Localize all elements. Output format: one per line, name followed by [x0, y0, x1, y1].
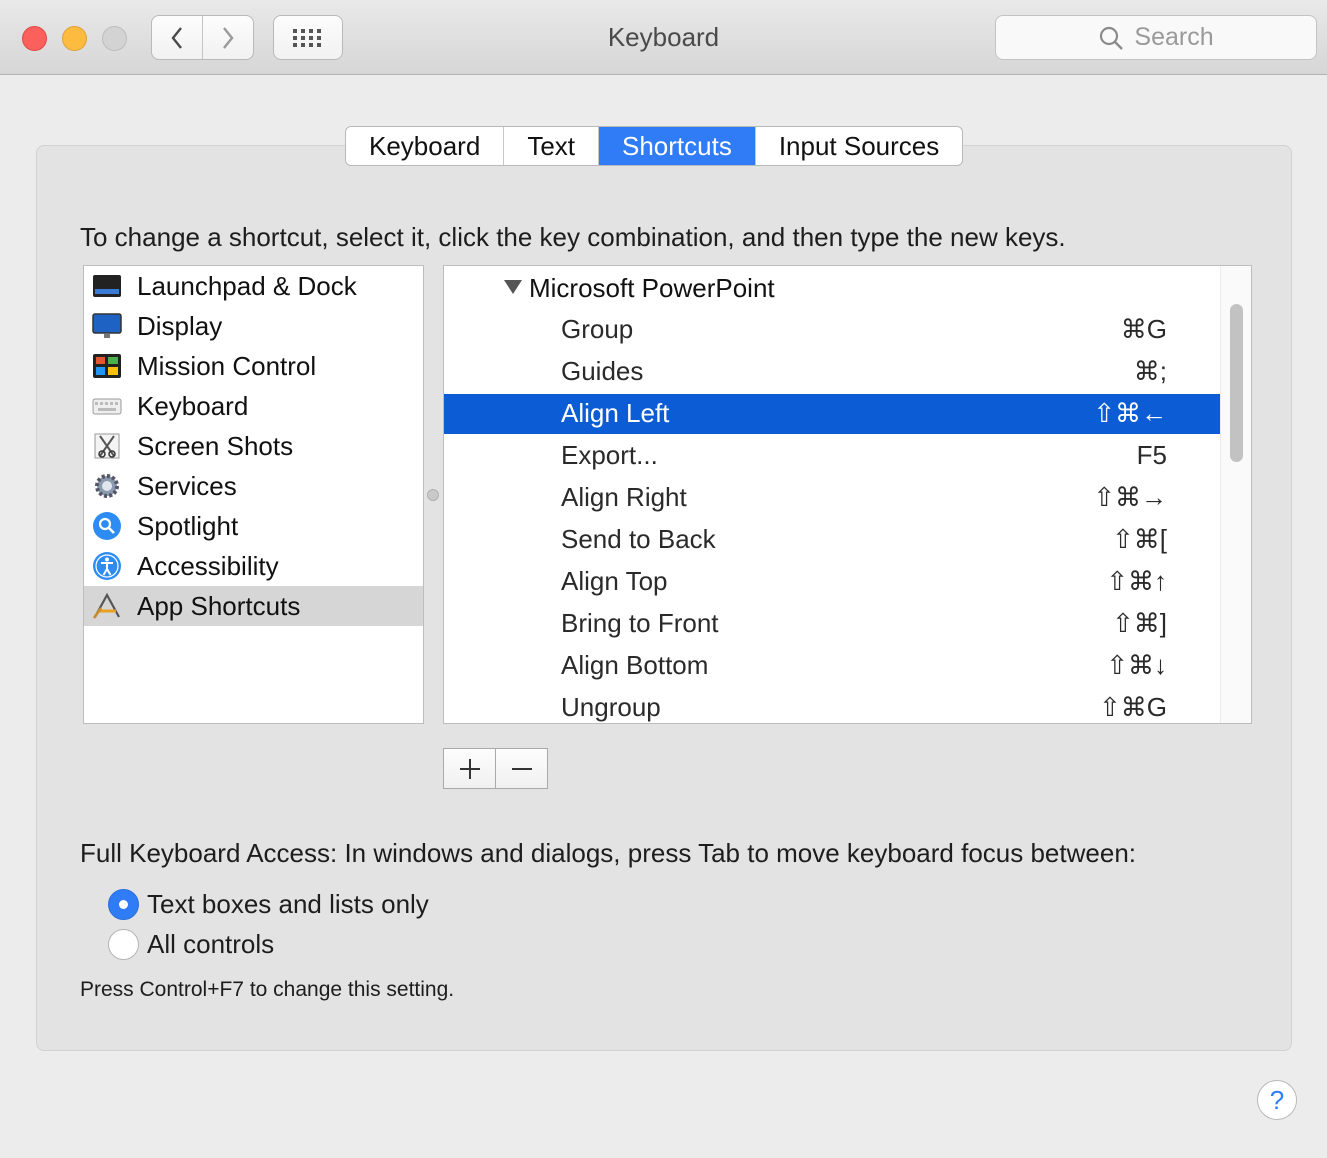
shortcut-list[interactable]: Microsoft PowerPoint Group ⌘G Guides ⌘; … [443, 265, 1252, 724]
scrollbar-thumb[interactable] [1230, 304, 1243, 462]
plus-icon [459, 758, 480, 779]
category-label: Services [137, 471, 237, 501]
category-item-app-shortcuts[interactable]: App Shortcuts [84, 586, 423, 626]
display-icon [92, 313, 122, 338]
title-bar: Keyboard Search [0, 0, 1327, 75]
category-label: Spotlight [137, 511, 239, 541]
shortcut-label: Export... [561, 440, 658, 470]
shortcut-keys[interactable]: ⇧⌘← [1093, 398, 1167, 429]
vertical-scrollbar[interactable] [1220, 266, 1251, 723]
search-icon [1100, 26, 1124, 50]
shortcut-group-row[interactable]: Microsoft PowerPoint [444, 268, 1220, 308]
screenshot-icon [94, 433, 120, 459]
category-item-keyboard[interactable]: Keyboard [84, 386, 423, 426]
add-remove-buttons [443, 748, 548, 789]
shortcut-row[interactable]: Bring to Front ⇧⌘] [444, 604, 1220, 644]
add-shortcut-button[interactable] [444, 749, 495, 788]
category-label: Keyboard [137, 391, 249, 421]
app-shortcuts-icon [92, 592, 120, 619]
shortcut-label: Group [561, 314, 634, 344]
shortcut-label: Send to Back [561, 524, 716, 554]
accessibility-icon [93, 552, 121, 580]
category-label: Launchpad & Dock [137, 271, 357, 301]
category-item-launchpad-dock[interactable]: Launchpad & Dock [84, 266, 423, 306]
shortcut-row[interactable]: Ungroup ⇧⌘G [444, 688, 1220, 723]
mission-control-icon [93, 354, 121, 378]
tab-shortcuts[interactable]: Shortcuts [598, 127, 755, 165]
disclosure-triangle-icon[interactable] [504, 280, 522, 294]
shortcut-keys[interactable]: ⇧⌘] [1112, 608, 1167, 639]
full-keyboard-access-label: Full Keyboard Access: In windows and dia… [80, 838, 1136, 868]
search-placeholder: Search [1134, 23, 1214, 51]
shortcut-row[interactable]: Align Bottom ⇧⌘↓ [444, 646, 1220, 686]
shortcut-group-label: Microsoft PowerPoint [529, 273, 775, 303]
shortcut-keys[interactable]: ⌘; [1134, 356, 1167, 387]
shortcut-keys[interactable]: ⇧⌘→ [1093, 482, 1167, 513]
shortcut-label: Align Top [561, 566, 668, 596]
shortcut-label: Align Bottom [561, 650, 709, 680]
minus-icon [511, 767, 532, 770]
radio-label: All controls [147, 928, 275, 959]
category-label: App Shortcuts [137, 591, 301, 621]
category-item-accessibility[interactable]: Accessibility [84, 546, 423, 586]
radio-label: Text boxes and lists only [147, 888, 429, 919]
category-item-mission-control[interactable]: Mission Control [84, 346, 423, 386]
tab-keyboard[interactable]: Keyboard [346, 127, 503, 165]
category-label: Accessibility [137, 551, 279, 581]
tab-bar: Keyboard Text Shortcuts Input Sources [345, 126, 964, 166]
radio-all-controls[interactable]: All controls [108, 928, 274, 960]
category-item-spotlight[interactable]: Spotlight [84, 506, 423, 546]
shortcut-keys[interactable]: ⇧⌘G [1099, 692, 1167, 723]
category-label: Display [137, 311, 223, 341]
shortcut-label: Align Left [561, 398, 670, 428]
shortcut-row[interactable]: Align Right ⇧⌘→ [444, 478, 1220, 518]
keyboard-access-hint: Press Control+F7 to change this setting. [80, 978, 455, 1001]
category-item-display[interactable]: Display [84, 306, 423, 346]
category-label: Mission Control [137, 351, 317, 381]
shortcut-keys[interactable]: ⇧⌘[ [1112, 524, 1167, 555]
category-list[interactable]: Launchpad & Dock Display Mission Control… [83, 265, 424, 724]
shortcut-row-selected[interactable]: Align Left ⇧⌘← [444, 394, 1220, 434]
shortcut-label: Bring to Front [561, 608, 719, 638]
instructions-text: To change a shortcut, select it, click t… [80, 222, 1066, 252]
shortcut-row[interactable]: Group ⌘G [444, 310, 1220, 350]
search-field[interactable]: Search [995, 15, 1317, 60]
remove-shortcut-button[interactable] [495, 749, 547, 788]
launchpad-dock-icon [93, 275, 121, 297]
spotlight-icon [93, 512, 121, 540]
gear-icon [95, 474, 119, 498]
shortcut-row[interactable]: Export... F5 [444, 436, 1220, 476]
shortcut-keys[interactable]: F5 [1137, 440, 1167, 471]
help-button[interactable]: ? [1257, 1080, 1297, 1120]
shortcut-keys[interactable]: ⇧⌘↓ [1106, 650, 1167, 681]
shortcut-row[interactable]: Guides ⌘; [444, 352, 1220, 392]
shortcut-label: Align Right [561, 482, 687, 512]
keyboard-icon [92, 398, 122, 415]
category-label: Screen Shots [137, 431, 294, 461]
category-item-screen-shots[interactable]: Screen Shots [84, 426, 423, 466]
radio-text-boxes-and-lists[interactable]: Text boxes and lists only [108, 888, 429, 920]
split-view-handle[interactable] [427, 489, 439, 501]
radio-button[interactable] [108, 928, 139, 960]
tab-text[interactable]: Text [503, 127, 598, 165]
tab-input-sources[interactable]: Input Sources [754, 127, 962, 165]
shortcut-label: Guides [561, 356, 644, 386]
shortcut-row[interactable]: Send to Back ⇧⌘[ [444, 520, 1220, 560]
shortcut-keys[interactable]: ⇧⌘↑ [1106, 566, 1167, 597]
shortcut-label: Ungroup [561, 692, 661, 722]
category-item-services[interactable]: Services [84, 466, 423, 506]
shortcut-keys[interactable]: ⌘G [1121, 314, 1167, 345]
shortcut-row[interactable]: Align Top ⇧⌘↑ [444, 562, 1220, 602]
radio-button-selected[interactable] [108, 888, 139, 920]
